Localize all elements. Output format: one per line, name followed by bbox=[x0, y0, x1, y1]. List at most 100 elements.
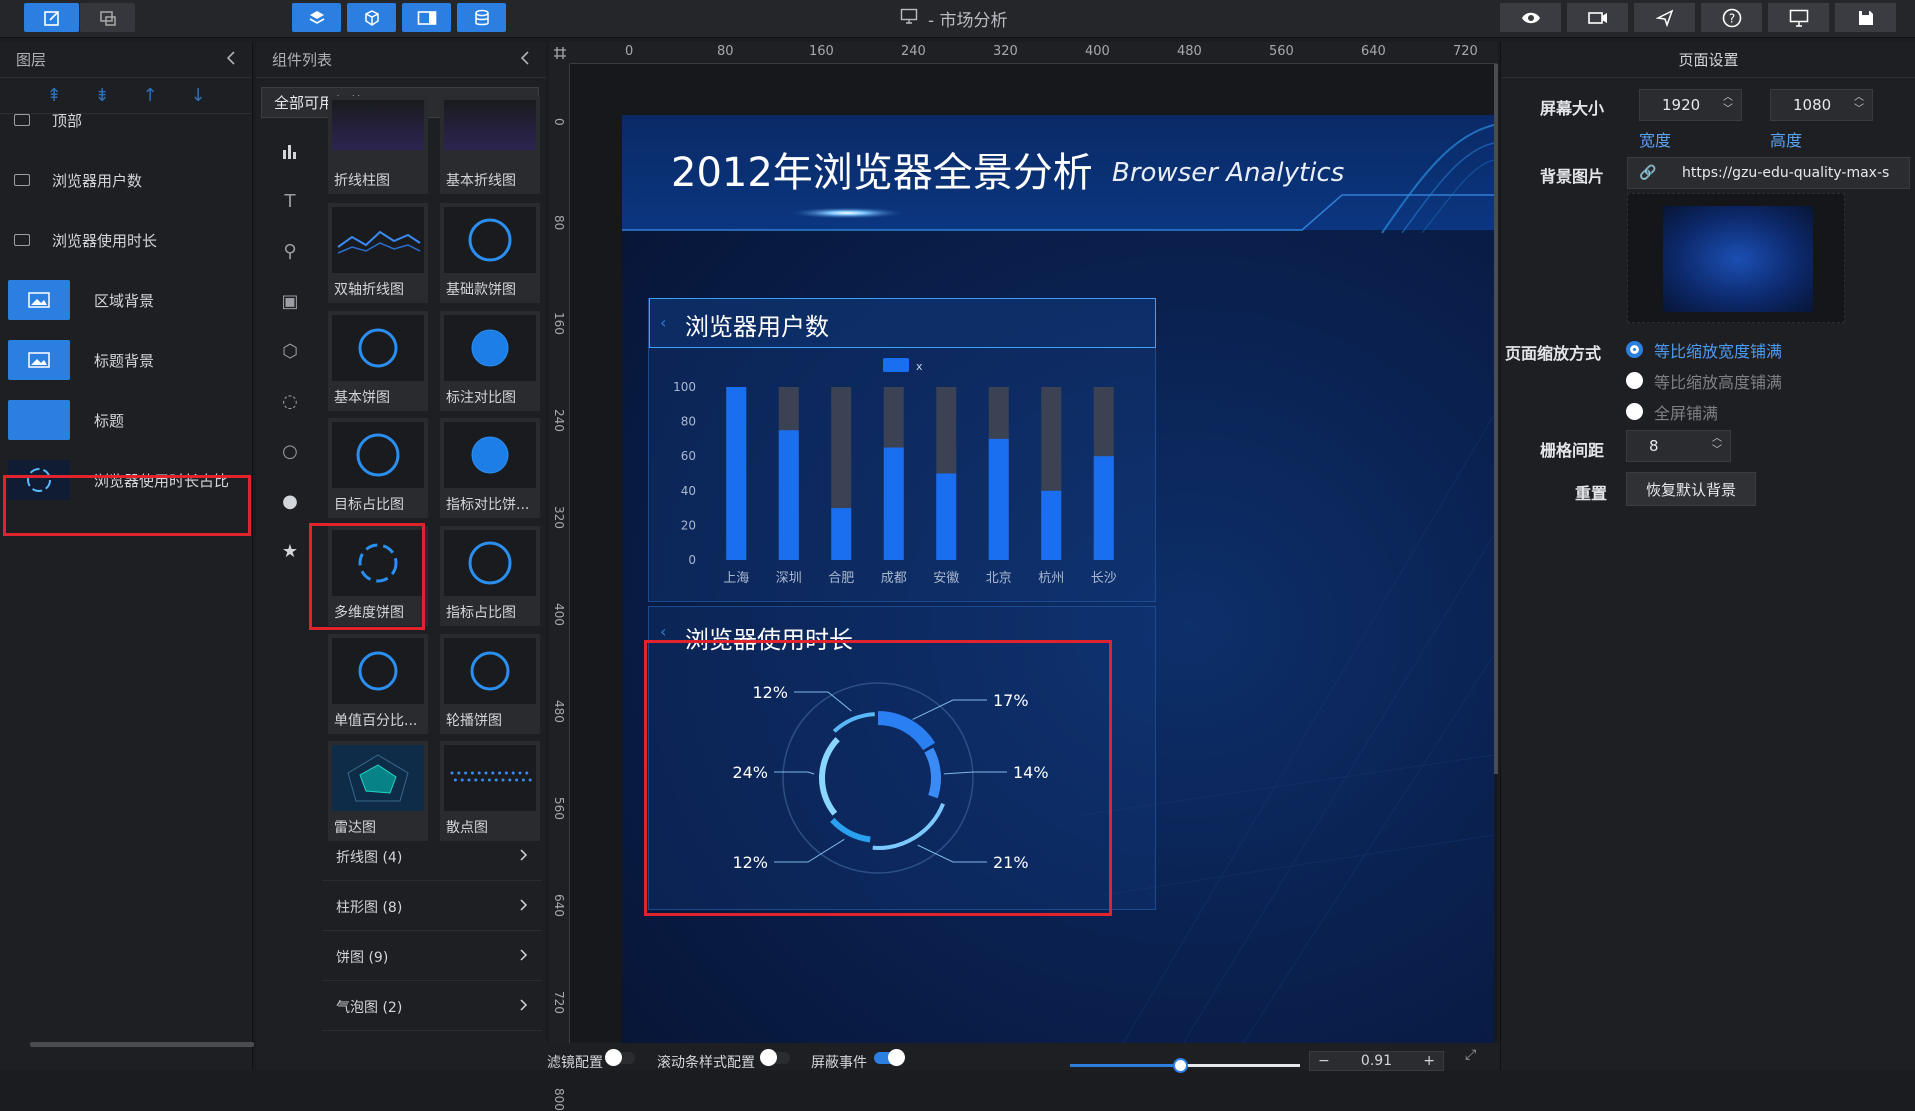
component-card-label: 双轴折线图 bbox=[334, 282, 404, 298]
bar[interactable] bbox=[883, 447, 904, 560]
component-card[interactable]: 双轴折线图 bbox=[328, 203, 428, 303]
grid-spacing-value: 8 bbox=[1649, 437, 1659, 455]
fit-screen-icon[interactable]: ⤢ bbox=[1465, 1047, 1476, 1063]
component-card[interactable]: 标注对比图 bbox=[440, 311, 540, 411]
grid-spacing-input[interactable]: 8 ︿ ﹀ bbox=[1626, 430, 1731, 462]
zoom-plus-button[interactable]: + bbox=[1423, 1053, 1435, 1069]
send-icon[interactable] bbox=[1634, 3, 1695, 32]
ruler-tick-label: 480 bbox=[552, 700, 566, 723]
text-icon[interactable]: T bbox=[268, 186, 312, 216]
component-category[interactable]: 柱形图 (8) bbox=[322, 883, 542, 931]
component-card[interactable]: 散点图 bbox=[440, 741, 540, 841]
help-icon[interactable]: ? bbox=[1701, 3, 1762, 32]
component-category[interactable]: 折线图 (4) bbox=[322, 833, 542, 881]
component-category-label: 柱形图 (8) bbox=[336, 899, 403, 916]
scale-width-option[interactable]: 等比缩放宽度铺满 bbox=[1654, 338, 1782, 362]
component-card[interactable]: 轮播饼图 bbox=[440, 634, 540, 734]
scale-height-option[interactable]: 等比缩放高度铺满 bbox=[1654, 369, 1782, 393]
user-icon[interactable]: ● bbox=[268, 486, 312, 516]
zoom-minus-button[interactable]: − bbox=[1318, 1053, 1330, 1069]
layer-item[interactable]: 区域背景 bbox=[0, 272, 253, 328]
ruler-corner-icon[interactable] bbox=[549, 42, 570, 64]
map-pin-icon[interactable]: ⚲ bbox=[268, 236, 312, 266]
screen-size-label: 屏幕大小 bbox=[1540, 99, 1605, 118]
bar[interactable] bbox=[831, 508, 852, 560]
bg-image-url-input[interactable]: 🔗 https://gzu-edu-quality-max-s bbox=[1627, 157, 1910, 189]
circle-icon[interactable]: ○ bbox=[268, 436, 312, 466]
component-card[interactable]: 单值百分比... bbox=[328, 634, 428, 734]
component-card[interactable]: 雷达图 bbox=[328, 741, 428, 841]
zoom-slider-track[interactable] bbox=[1070, 1058, 1300, 1073]
ruler-tick-label: 0 bbox=[552, 118, 566, 126]
edit-icon[interactable] bbox=[24, 3, 79, 32]
star-icon[interactable]: ★ bbox=[268, 536, 312, 566]
component-card[interactable]: 基础款饼图 bbox=[440, 203, 540, 303]
bar[interactable] bbox=[1041, 490, 1062, 560]
scale-full-option[interactable]: 全屏铺满 bbox=[1654, 400, 1718, 424]
layer-item-label: 浏览器使用时长 bbox=[52, 231, 158, 250]
height-label: 高度 bbox=[1770, 131, 1803, 150]
database-icon[interactable] bbox=[457, 3, 506, 32]
monitor-icon[interactable] bbox=[1768, 3, 1829, 32]
collapse-left-icon[interactable] bbox=[226, 50, 236, 69]
cube-outline-icon[interactable]: ⬡ bbox=[268, 336, 312, 366]
scale-height-radio[interactable] bbox=[1626, 372, 1643, 389]
canvas-bottom-bar: 滤镜配置 滚动条样式配置 屏蔽事件 − 0.91 + ⤢ bbox=[545, 1043, 1500, 1073]
layer-item[interactable]: 标题背景 bbox=[0, 332, 253, 388]
screen-icon[interactable] bbox=[80, 3, 135, 32]
grid-stepper-icon[interactable]: ︿ ﹀ bbox=[1712, 433, 1722, 457]
width-stepper-icon[interactable]: ︿ ﹀ bbox=[1723, 92, 1733, 116]
layers-scrollbar[interactable] bbox=[30, 1042, 254, 1047]
ruler-tick-label: 80 bbox=[717, 44, 734, 59]
video-icon[interactable] bbox=[1567, 3, 1628, 32]
height-stepper-icon[interactable]: ︿ ﹀ bbox=[1854, 92, 1864, 116]
component-card[interactable]: 基本折线图 bbox=[440, 96, 540, 194]
filter-config-toggle[interactable] bbox=[605, 1049, 635, 1066]
width-input[interactable]: 1920 ︿ ﹀ bbox=[1639, 89, 1742, 121]
media-icon[interactable]: ▣ bbox=[268, 286, 312, 316]
bar[interactable] bbox=[988, 438, 1009, 560]
zoom-input[interactable]: − 0.91 + bbox=[1309, 1051, 1444, 1071]
scale-width-radio[interactable] bbox=[1626, 341, 1643, 358]
component-card[interactable]: 指标占比图 bbox=[440, 526, 540, 626]
layer-item[interactable]: 标题 bbox=[0, 392, 253, 448]
component-card[interactable]: 折线柱图 bbox=[328, 96, 428, 194]
height-input[interactable]: 1080 ︿ ﹀ bbox=[1770, 89, 1873, 121]
scroll-config-toggle[interactable] bbox=[760, 1049, 790, 1066]
component-card-label: 轮播饼图 bbox=[446, 713, 502, 729]
grid-spacing-label: 栅格间距 bbox=[1540, 441, 1605, 460]
bg-image-preview[interactable] bbox=[1627, 193, 1845, 323]
zoom-slider-handle[interactable] bbox=[1173, 1058, 1188, 1073]
ruler-tick-label: 480 bbox=[1177, 44, 1202, 59]
bar[interactable] bbox=[936, 473, 957, 561]
canvas-scrollbar-vertical[interactable] bbox=[1494, 64, 1498, 774]
component-category[interactable]: 饼图 (9) bbox=[322, 933, 542, 981]
bar[interactable] bbox=[726, 387, 747, 560]
layer-item[interactable]: 浏览器使用时长 bbox=[0, 212, 253, 268]
legend-swatch[interactable] bbox=[883, 358, 909, 372]
component-card-label: 指标对比饼... bbox=[446, 497, 530, 513]
users-bar-chart: x 0 20 40 60 80 100 上海 深圳 合肥 成都 安徽 北京 杭州 长沙 bbox=[673, 358, 1117, 586]
folder-icon bbox=[14, 174, 30, 186]
cube-icon[interactable] bbox=[347, 3, 396, 32]
panel-icon[interactable] bbox=[402, 3, 451, 32]
mask-event-toggle[interactable] bbox=[874, 1049, 905, 1066]
component-card[interactable]: 指标对比饼... bbox=[440, 418, 540, 518]
layer-item[interactable]: 浏览器用户数 bbox=[0, 152, 253, 208]
save-icon[interactable] bbox=[1835, 3, 1896, 32]
eye-icon[interactable] bbox=[1500, 3, 1561, 32]
bar[interactable] bbox=[1093, 456, 1114, 560]
x-tick-label: 上海 bbox=[723, 571, 749, 586]
component-card[interactable]: 目标占比图 bbox=[328, 418, 428, 518]
layers-icon[interactable] bbox=[292, 3, 341, 32]
collapse-left-icon[interactable] bbox=[520, 50, 530, 69]
shapes-icon[interactable]: ◌ bbox=[268, 386, 312, 416]
scale-full-radio[interactable] bbox=[1626, 403, 1643, 420]
component-card[interactable]: 基本饼图 bbox=[328, 311, 428, 411]
ruler-tick-label: 400 bbox=[552, 603, 566, 626]
reset-background-button[interactable]: 恢复默认背景 bbox=[1626, 472, 1756, 506]
bar[interactable] bbox=[778, 430, 799, 560]
bar-chart-icon[interactable] bbox=[268, 136, 312, 166]
layer-item[interactable]: 顶部 bbox=[0, 92, 253, 148]
component-category[interactable]: 气泡图 (2) bbox=[322, 983, 542, 1031]
